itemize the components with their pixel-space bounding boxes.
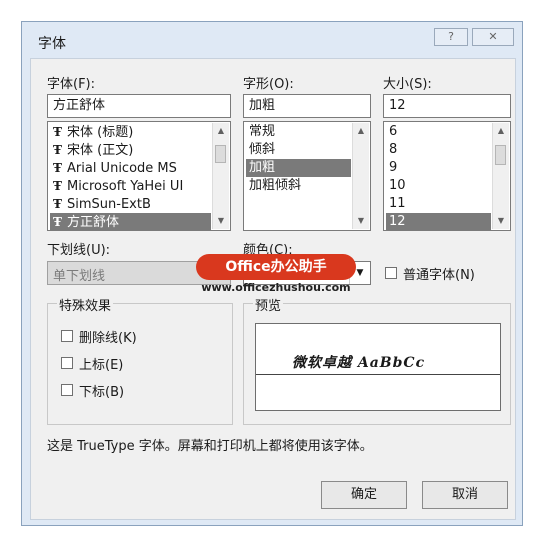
subscript-label: 下标(B) xyxy=(79,385,125,400)
size-list[interactable]: 12 11 10 9 8 6 ▲ ▼ xyxy=(383,121,511,231)
strikethrough-checkbox[interactable] xyxy=(61,330,73,342)
font-label: 字体(F): xyxy=(47,77,96,92)
preview-box: 微软卓越 AaBbCc xyxy=(255,323,501,411)
cancel-button[interactable]: 取消 xyxy=(422,481,508,509)
scroll-thumb[interactable] xyxy=(215,145,226,163)
dialog-title: 字体 xyxy=(38,36,66,52)
size-list-scrollbar[interactable]: ▲ ▼ xyxy=(492,123,509,229)
scroll-down-icon[interactable]: ▼ xyxy=(493,214,509,228)
subscript-checkbox[interactable] xyxy=(61,384,73,396)
preview-title: 预览 xyxy=(253,295,284,314)
truetype-icon: Ŧ xyxy=(53,161,62,175)
list-item[interactable]: 8 xyxy=(386,141,491,159)
list-item[interactable]: Ŧ Arial Unicode MS xyxy=(50,159,211,177)
size-label: 大小(S): xyxy=(383,77,432,92)
list-item-label: SimSun-ExtB xyxy=(67,197,151,212)
list-item-label: 宋体 (正文) xyxy=(67,143,134,158)
watermark-logo: Office办公助手 xyxy=(196,254,356,280)
underline-label: 下划线(U): xyxy=(47,243,111,258)
scroll-down-icon[interactable]: ▼ xyxy=(213,214,229,228)
strikethrough-label: 删除线(K) xyxy=(79,331,137,346)
superscript-label: 上标(E) xyxy=(79,358,124,373)
list-item[interactable]: Ŧ Microsoft YaHei UI xyxy=(50,177,211,195)
list-item[interactable]: 加粗 xyxy=(246,159,351,177)
font-list-scrollbar[interactable]: ▲ ▼ xyxy=(212,123,229,229)
list-item-label: 宋体 (标题) xyxy=(67,125,134,140)
truetype-icon: Ŧ xyxy=(53,179,62,193)
list-item[interactable]: Ŧ 方正舒体 xyxy=(50,213,211,230)
list-item[interactable]: 6 xyxy=(386,123,491,141)
preview-sample: 微软卓越 AaBbCc xyxy=(288,352,430,372)
scroll-down-icon[interactable]: ▼ xyxy=(353,214,369,228)
list-item[interactable]: 10 xyxy=(386,177,491,195)
truetype-icon: Ŧ xyxy=(53,215,62,229)
scroll-thumb[interactable] xyxy=(495,145,506,165)
truetype-icon: Ŧ xyxy=(53,197,62,211)
close-icon: ✕ xyxy=(488,30,498,43)
truetype-icon: Ŧ xyxy=(53,125,62,139)
list-item-label: Microsoft YaHei UI xyxy=(67,179,184,194)
style-list[interactable]: 加粗倾斜 加粗 倾斜 常规 ▲ ▼ xyxy=(243,121,371,231)
list-item[interactable]: Ŧ 宋体 (正文) xyxy=(50,141,211,159)
normal-font-checkbox[interactable] xyxy=(385,267,397,279)
font-list[interactable]: Ŧ 方正舒体 Ŧ SimSun-ExtB Ŧ Microsoft YaHei UI Ŧ Ari… xyxy=(47,121,231,231)
watermark-url: www.officezhushou.com xyxy=(201,281,351,294)
scroll-up-icon[interactable]: ▲ xyxy=(353,124,369,138)
truetype-info: 这是 TrueType 字体。屏幕和打印机上都将使用该字体。 xyxy=(47,439,373,454)
underline-value: 单下划线 xyxy=(53,269,106,284)
help-button[interactable]: ? xyxy=(434,28,468,46)
preview-baseline xyxy=(256,374,500,375)
list-item[interactable]: Ŧ 宋体 (标题) xyxy=(50,123,211,141)
style-label: 字形(O): xyxy=(243,77,294,92)
list-item[interactable]: 常规 xyxy=(246,123,351,141)
list-item-label: Arial Unicode MS xyxy=(67,161,177,176)
list-item[interactable]: 9 xyxy=(386,159,491,177)
scroll-up-icon[interactable]: ▲ xyxy=(493,124,509,138)
ok-button[interactable]: 确定 xyxy=(321,481,407,509)
scroll-up-icon[interactable]: ▲ xyxy=(213,124,229,138)
style-input[interactable]: 加粗 xyxy=(243,94,371,118)
list-item[interactable]: 加粗倾斜 xyxy=(246,177,351,195)
superscript-checkbox[interactable] xyxy=(61,357,73,369)
font-input[interactable]: 方正舒体 xyxy=(47,94,231,118)
list-item-label: 方正舒体 xyxy=(67,215,120,230)
normal-font-label: 普通字体(N) xyxy=(403,268,475,283)
list-item[interactable]: 11 xyxy=(386,195,491,213)
list-item[interactable]: 12 xyxy=(386,213,491,230)
title-bar: 字体 ? ✕ xyxy=(22,22,522,58)
truetype-icon: Ŧ xyxy=(53,143,62,157)
list-item[interactable]: 倾斜 xyxy=(246,141,351,159)
effects-group xyxy=(47,303,233,425)
size-input[interactable]: 12 xyxy=(383,94,511,118)
style-list-scrollbar[interactable]: ▲ ▼ xyxy=(352,123,369,229)
effects-title: 特殊效果 xyxy=(57,295,114,314)
close-button[interactable]: ✕ xyxy=(472,28,514,46)
list-item[interactable]: Ŧ SimSun-ExtB xyxy=(50,195,211,213)
